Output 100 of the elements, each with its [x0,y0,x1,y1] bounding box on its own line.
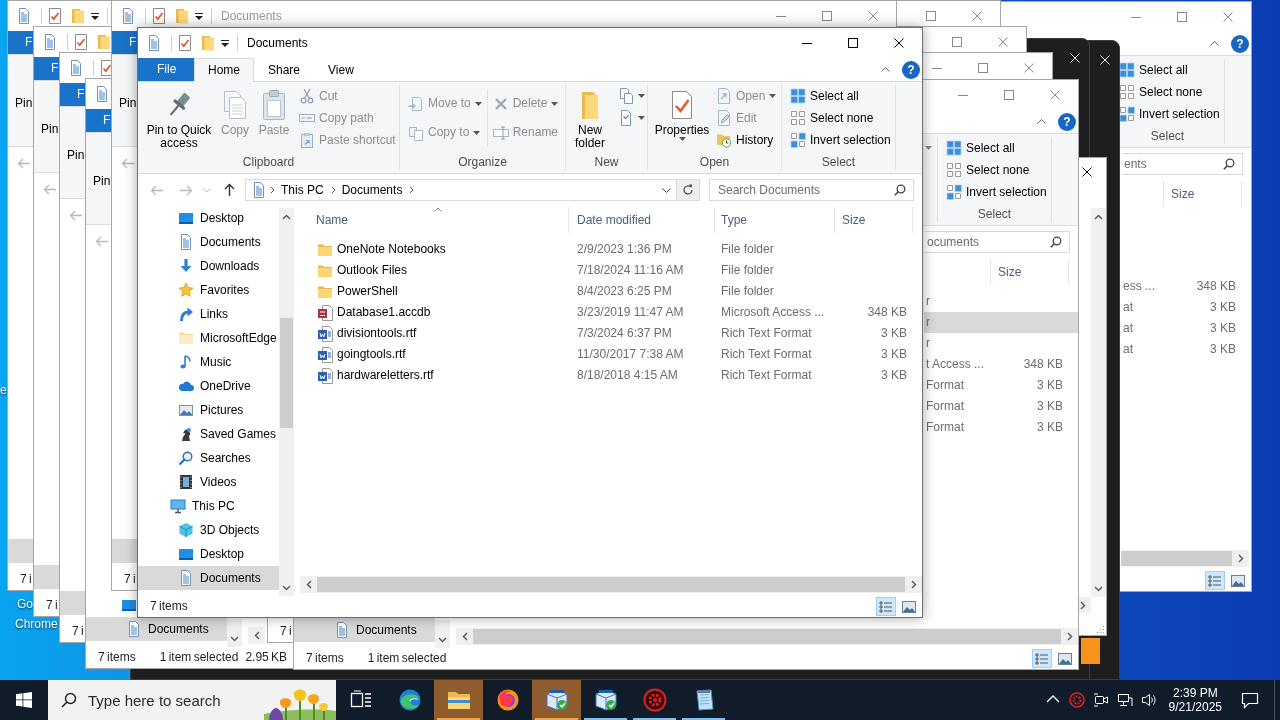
ribbon-tab[interactable]: View [314,58,368,81]
scroll-left-icon[interactable] [305,580,312,589]
file-tab[interactable]: F [8,31,33,54]
select-all-button[interactable]: Select all [1117,59,1222,81]
scroll-right-icon[interactable] [1237,554,1244,563]
document-icon[interactable] [68,60,84,76]
pin-button[interactable]: Pin [41,123,59,136]
breadcrumb[interactable]: Documents [337,182,407,198]
checkmark-page-icon[interactable] [48,8,62,24]
file-row[interactable]: at 3 KB [1121,339,1251,360]
clock-time[interactable]: 2:39 PM [1172,685,1218,700]
help-button[interactable]: ? [902,60,920,79]
document-icon[interactable] [120,8,136,24]
file-row[interactable]: OneNote Notebooks 2/9/2023 1:36 PM File folder [307,239,922,260]
scroll-right-icon[interactable] [910,580,917,589]
nav-item[interactable]: Favorites [138,278,279,302]
invert-selection-button[interactable]: Invert selection [944,181,1049,203]
document-icon[interactable] [42,34,58,50]
history-button[interactable]: History [714,129,779,151]
select-none-button[interactable]: Select none [944,159,1049,181]
new-folder-button[interactable]: New folder [574,85,606,150]
dropdown-caret-icon[interactable] [638,94,645,98]
scroll-down-icon[interactable] [282,584,291,591]
camera-icon[interactable] [1092,692,1109,708]
file-row[interactable]: hardwareletters.rtf 8/18/2018 4:15 AM Rich Text Format 3 KB [307,365,922,386]
scroll-down-icon[interactable] [438,636,447,643]
network-icon[interactable] [1116,692,1133,708]
column-header[interactable]: Name [307,207,569,233]
column-header[interactable]: Size [834,207,913,233]
file-row[interactable]: Format 3 KB [924,396,1078,417]
nav-item[interactable]: Pictures [138,398,279,422]
nav-item[interactable]: Links [138,302,279,326]
properties-button[interactable]: Properties [654,85,710,141]
vertical-scrollbar[interactable] [435,620,450,648]
file-row[interactable]: Format 3 KB [924,375,1078,396]
help-button[interactable]: ? [1058,112,1076,131]
scroll-thumb[interactable] [280,318,293,428]
nav-item[interactable]: Searches [138,446,279,470]
nav-item[interactable]: 3D Objects [138,518,279,542]
horizontal-scrollbar[interactable] [1121,550,1249,567]
collapse-ribbon-icon[interactable] [1037,119,1046,124]
dropdown-caret-icon[interactable] [925,146,932,150]
file-row[interactable]: r [924,291,1078,312]
select-all-button[interactable]: Select all [788,85,893,107]
file-row[interactable]: Outlook Files 7/18/2024 11:16 AM File folder [307,260,922,281]
search-field[interactable]: Search Documents [709,179,914,201]
search-field[interactable]: ents [1121,153,1243,175]
file-row[interactable]: goingtools.rtf 11/30/2017 7:38 AM Rich Text Format 3 KB [307,344,922,365]
nav-item[interactable]: Documents [86,617,227,641]
scroll-up-icon[interactable] [282,213,291,220]
search-field[interactable]: ocuments [924,231,1070,253]
customize-caret-icon[interactable] [195,12,203,20]
vertical-scrollbar[interactable] [279,208,294,596]
checkmark-page-icon[interactable] [152,8,166,24]
checkmark-page-icon[interactable] [178,35,192,51]
pin-button[interactable]: Pin [119,97,137,110]
dropdown-caret-icon[interactable] [678,137,686,141]
scroll-thumb[interactable] [317,577,905,592]
document-icon[interactable] [16,8,32,24]
nav-item[interactable]: Saved Games [138,422,279,446]
collapse-ribbon-icon[interactable] [1210,41,1219,46]
dropdown-caret-icon[interactable] [638,116,645,120]
file-row[interactable]: r [924,333,1078,354]
nav-item[interactable]: Music [138,350,279,374]
customize-caret-icon[interactable] [221,39,229,47]
file-tab[interactable]: F [34,57,59,80]
ribbon-tab[interactable]: Home [194,58,254,82]
file-row[interactable]: at 3 KB [1121,318,1251,339]
horizontal-scrollbar[interactable] [248,627,265,644]
horizontal-scrollbar[interactable] [456,628,1078,645]
column-header[interactable]: Size [1163,181,1242,207]
nav-item[interactable]: Desktop [138,542,279,566]
details-view-button[interactable] [1032,649,1052,668]
nav-item[interactable]: Videos [138,470,279,494]
taskbar-search-field[interactable]: Type here to search [48,680,336,720]
file-tab[interactable]: F [86,109,111,132]
column-header[interactable]: Date modified [569,207,715,233]
vertical-scrollbar[interactable] [227,619,242,647]
pin-button[interactable]: Pin [93,175,111,188]
folder-icon[interactable] [175,8,189,24]
file-row[interactable]: divisiontools.rtf 7/3/2024 6:37 PM Rich Text Format 3 KB [307,323,922,344]
file-row[interactable]: Database1.accdb 3/23/2019 11:47 AM Microsoft Access ... 348 KB [307,302,922,323]
ribbon-tab[interactable]: Share [254,58,315,81]
pin-button[interactable]: Pin to Quick access [146,85,212,150]
select-none-button[interactable]: Select none [1117,81,1222,103]
scroll-down-icon[interactable] [230,635,239,642]
nav-item[interactable]: OneDrive [138,374,279,398]
nav-item[interactable]: This PC [138,494,279,518]
file-row[interactable]: t Access ... 348 KB [924,354,1078,375]
pin-button[interactable]: Pin [15,97,33,110]
collapse-ribbon-icon[interactable] [881,67,890,72]
refresh-button[interactable] [676,179,700,201]
details-view-button[interactable] [1205,571,1225,590]
invert-selection-button[interactable]: Invert selection [1117,103,1222,125]
checkmark-page-icon[interactable] [74,34,88,50]
file-row[interactable]: ess ... 348 KB [1121,276,1251,297]
vertical-scrollbar[interactable] [1091,208,1106,597]
scroll-left-icon[interactable] [461,632,468,641]
file-tab[interactable]: F [60,83,85,106]
file-row[interactable]: PowerShell 8/4/2023 6:25 PM File folder [307,281,922,302]
